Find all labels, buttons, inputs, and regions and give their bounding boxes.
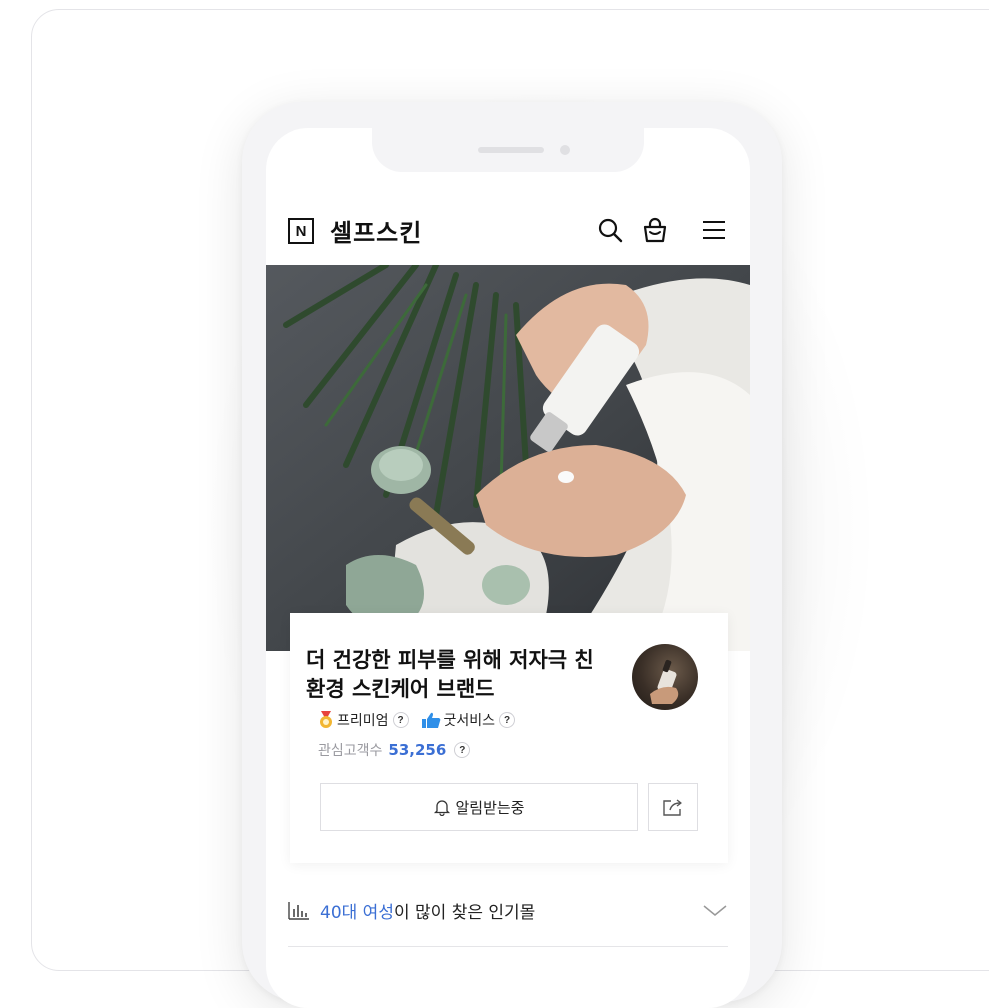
search-icon[interactable]	[596, 216, 624, 244]
notification-button[interactable]: 알림받는중	[320, 783, 638, 831]
chevron-down-icon[interactable]	[702, 903, 728, 917]
popular-audience-row[interactable]: 40대 여성 이 많이 찾은 인기몰	[288, 892, 728, 928]
naver-logo[interactable]: N	[288, 218, 314, 244]
bell-icon	[434, 800, 451, 816]
shopping-bag-icon[interactable]	[641, 216, 669, 244]
section-divider	[288, 946, 728, 947]
badge-premium-label: 프리미엄	[337, 713, 389, 729]
premium-help-icon[interactable]: ?	[392, 712, 409, 728]
hamburger-menu-icon[interactable]	[700, 216, 728, 244]
notification-button-label: 알림받는중	[455, 798, 525, 817]
popular-highlight: 40대 여성	[320, 902, 394, 923]
share-button[interactable]	[648, 783, 698, 831]
thumbs-up-icon	[421, 712, 440, 728]
store-title-line2: 환경 스킨케어 브랜드	[306, 677, 495, 701]
interest-help-icon[interactable]: ?	[454, 742, 471, 758]
share-icon	[663, 799, 682, 816]
interest-row: 관심고객수 53,256 ?	[318, 738, 471, 762]
interest-count: 53,256	[388, 741, 447, 759]
store-name[interactable]: 셀프스킨	[330, 213, 422, 248]
interest-label: 관심고객수	[318, 743, 383, 759]
goodservice-help-icon[interactable]: ?	[499, 712, 516, 728]
badge-goodservice-label: 굿서비스	[443, 713, 496, 729]
phone-camera	[560, 145, 570, 155]
popular-text: 이 많이 찾은 인기몰	[393, 902, 536, 923]
hero-image	[266, 265, 750, 651]
phone-speaker	[478, 147, 544, 153]
logo-letter: N	[295, 222, 307, 240]
badge-row: 프리미엄 ? 굿서비스 ?	[318, 708, 516, 732]
medal-icon	[320, 711, 332, 728]
store-avatar[interactable]	[632, 644, 698, 710]
bar-chart-icon	[288, 902, 309, 920]
store-title-line1: 더 건강한 피부를 위해 저자극 친	[306, 648, 594, 672]
